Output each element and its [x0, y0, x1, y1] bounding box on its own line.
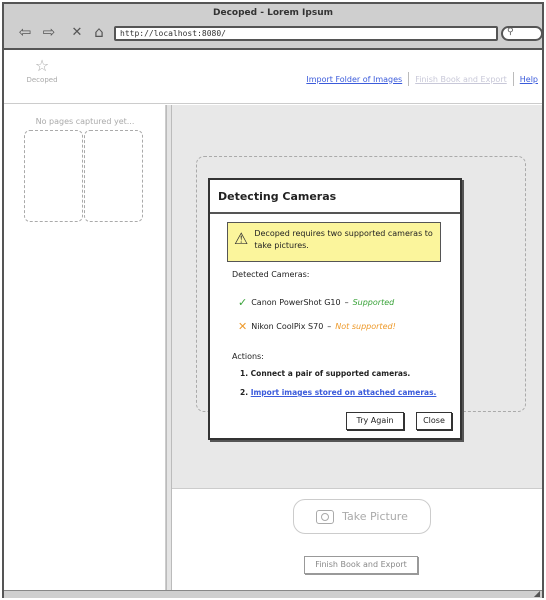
camera-row: ✕ Nikon CoolPix S70 – Not supported!: [238, 320, 396, 333]
divider: [408, 72, 410, 86]
address-bar[interactable]: http://localhost:8080/: [114, 26, 498, 41]
checkmark-icon: ✓: [238, 296, 248, 309]
finish-book-link[interactable]: Finish Book and Export: [415, 75, 507, 84]
app-name: Decoped: [26, 76, 58, 84]
search-icon: ⚲: [507, 27, 514, 37]
finish-book-button[interactable]: Finish Book and Export: [304, 556, 418, 574]
stop-icon[interactable]: ✕: [68, 24, 86, 40]
close-button[interactable]: Close: [416, 412, 452, 430]
detecting-cameras-dialog: Detecting Cameras ⚠ Decoped requires two…: [208, 178, 462, 440]
try-again-button[interactable]: Try Again: [346, 412, 404, 430]
app-logo: ☆ Decoped: [22, 56, 62, 85]
browser-chrome: Decoped - Lorem Ipsum ⇦ ⇨ ✕ ⌂ http://loc…: [4, 4, 543, 50]
help-link[interactable]: Help: [520, 75, 538, 84]
import-images-link[interactable]: Import images stored on attached cameras…: [251, 388, 437, 397]
star-icon: ☆: [34, 56, 50, 75]
separator: –: [344, 298, 349, 307]
back-arrow-icon[interactable]: ⇦: [16, 24, 34, 40]
forward-arrow-icon[interactable]: ⇨: [40, 24, 58, 40]
warning-box: ⚠ Decoped requires two supported cameras…: [227, 222, 441, 262]
dialog-title: Detecting Cameras: [210, 180, 460, 214]
divider: [512, 72, 514, 86]
action-number: 2.: [240, 388, 249, 397]
camera-name: Nikon CoolPix S70: [251, 322, 324, 331]
camera-name: Canon PowerShot G10: [251, 298, 341, 307]
camera-status: Supported: [352, 298, 395, 307]
take-picture-button[interactable]: Take Picture: [293, 499, 431, 534]
window-title: Decoped - Lorem Ipsum: [213, 8, 333, 18]
status-bar: ◢: [4, 589, 542, 598]
detected-cameras-label: Detected Cameras:: [232, 270, 310, 279]
toolbar-links: Import Folder of Images Finish Book and …: [306, 72, 538, 86]
warning-icon: ⚠: [234, 229, 249, 248]
action-connect-cameras: 1. Connect a pair of supported cameras.: [240, 369, 411, 378]
pages-sidebar: No pages captured yet...: [4, 105, 166, 590]
camera-icon: [316, 509, 335, 524]
app-toolbar: ☆ Decoped Import Folder of Images Finish…: [4, 52, 542, 104]
home-icon[interactable]: ⌂: [90, 24, 108, 40]
actions-label: Actions:: [232, 352, 264, 361]
take-picture-label: Take Picture: [342, 510, 408, 523]
import-folder-link[interactable]: Import Folder of Images: [306, 75, 402, 84]
left-page-placeholder: [24, 130, 83, 222]
resize-grip-icon[interactable]: ◢: [534, 589, 540, 598]
warning-text: Decoped requires two supported cameras t…: [254, 229, 433, 250]
separator: –: [327, 322, 332, 331]
right-page-placeholder: [84, 130, 143, 222]
empty-pages-message: No pages captured yet...: [35, 117, 135, 126]
camera-row: ✓ Canon PowerShot G10 – Supported: [238, 296, 394, 309]
cross-icon: ✕: [238, 320, 248, 333]
browser-search-input[interactable]: ⚲: [501, 26, 543, 41]
action-import-images: 2. Import images stored on attached came…: [240, 388, 436, 397]
camera-status: Not supported!: [335, 322, 396, 331]
capture-controls: Take Picture Finish Book and Export: [172, 488, 542, 590]
